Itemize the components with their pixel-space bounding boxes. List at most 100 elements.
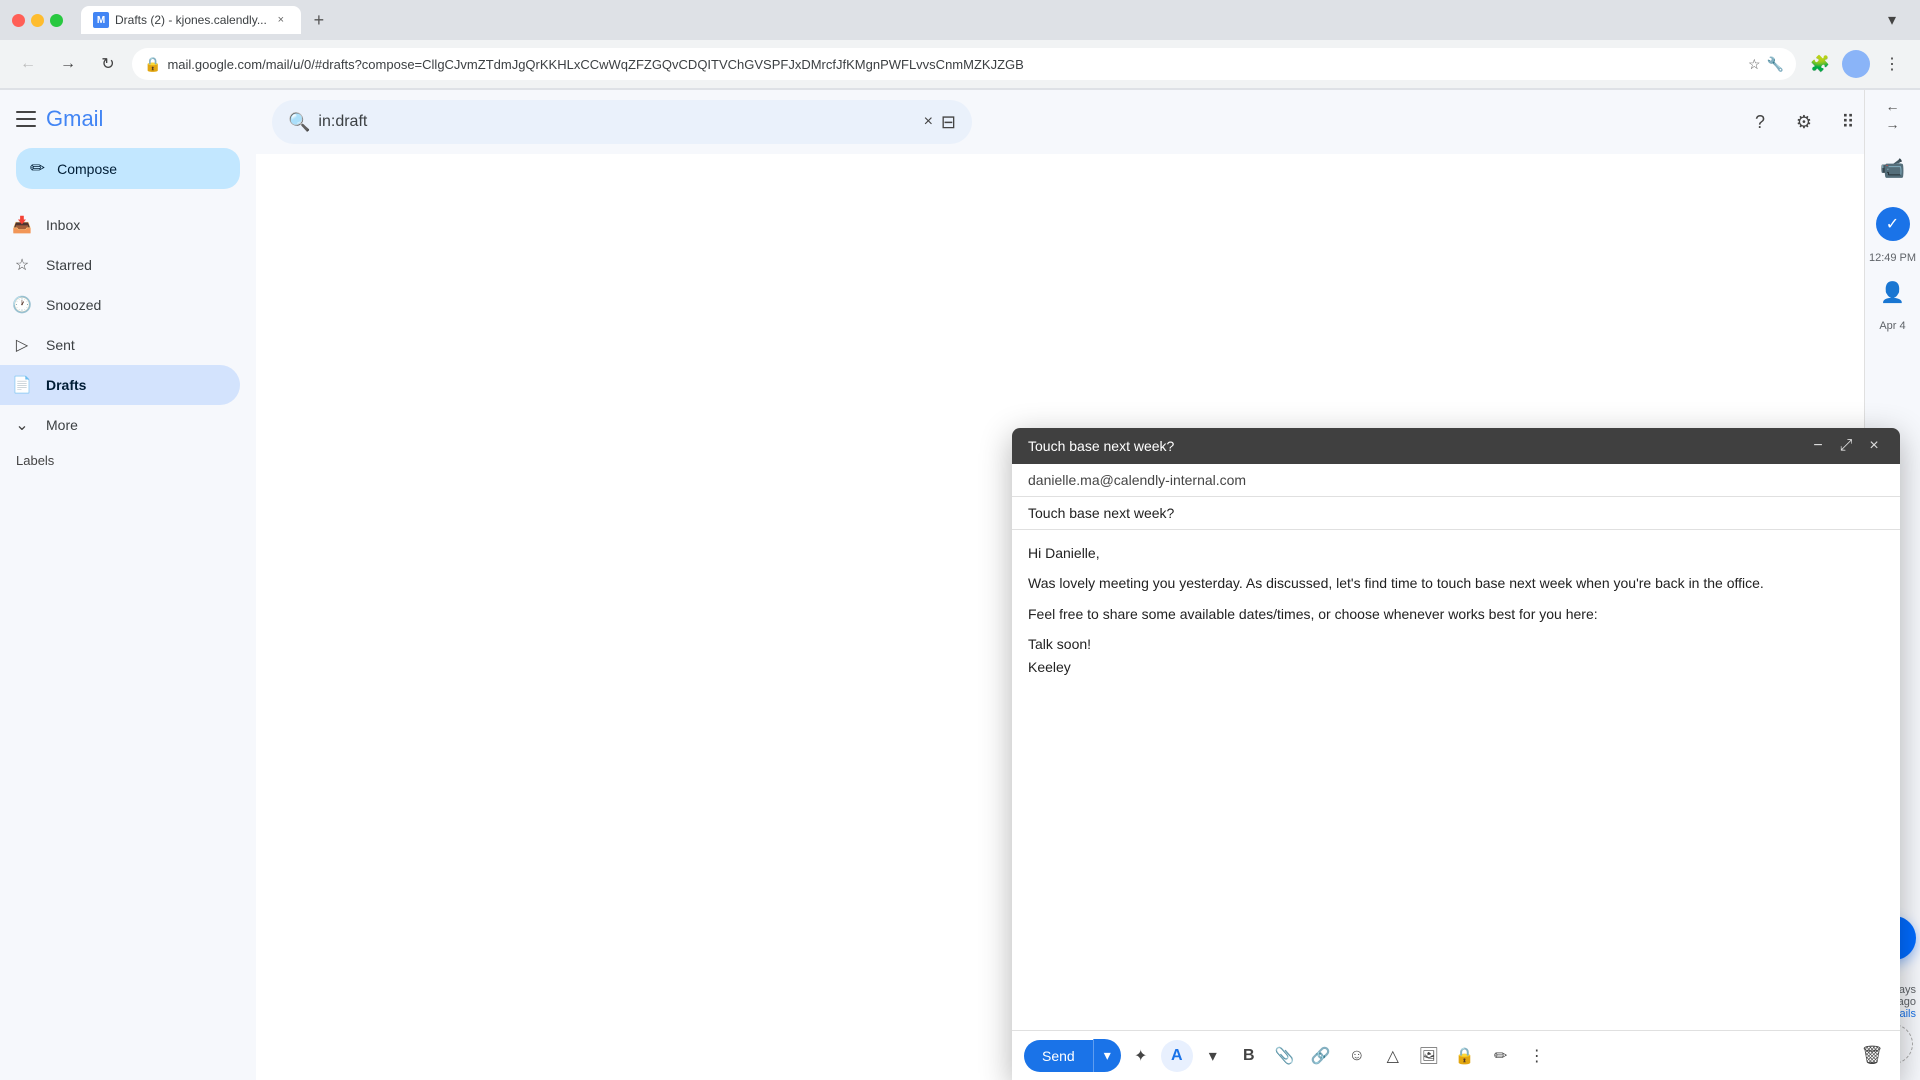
more-options-button[interactable]: ⋮ bbox=[1521, 1040, 1553, 1072]
compose-pencil-icon: ✏ bbox=[30, 158, 45, 179]
compose-close-button[interactable]: × bbox=[1864, 436, 1884, 456]
compose-modal-header[interactable]: Touch base next week? − ⤢ × bbox=[1012, 428, 1900, 464]
compose-body-para2: Feel free to share some available dates/… bbox=[1028, 603, 1884, 625]
drafts-label: Drafts bbox=[46, 377, 224, 393]
chrome-profile-avatar bbox=[1842, 50, 1870, 78]
help-button[interactable]: ? bbox=[1740, 102, 1780, 142]
compose-modal-title: Touch base next week? bbox=[1028, 438, 1174, 454]
compose-to-row[interactable]: danielle.ma@calendly-internal.com bbox=[1012, 464, 1900, 497]
compose-label: Compose bbox=[57, 161, 117, 177]
inbox-label: Inbox bbox=[46, 217, 224, 233]
compose-body-greeting: Hi Danielle, bbox=[1028, 542, 1884, 564]
tab-favicon: M bbox=[93, 12, 109, 28]
contacts-panel-button[interactable]: 👤 bbox=[1873, 272, 1913, 312]
apps-button[interactable]: ⠿ bbox=[1828, 102, 1868, 142]
search-input[interactable] bbox=[318, 113, 915, 131]
compose-subject-text: Touch base next week? bbox=[1028, 505, 1174, 521]
meet-icon: 📹 bbox=[1880, 156, 1905, 181]
active-browser-tab[interactable]: M Drafts (2) - kjones.calendly... × bbox=[81, 6, 301, 34]
gmail-logo-text: Gmail bbox=[46, 106, 103, 132]
compose-body-para1: Was lovely meeting you yesterday. As dis… bbox=[1028, 572, 1884, 594]
compose-button[interactable]: ✏ Compose bbox=[16, 148, 240, 189]
profile-button-chrome[interactable] bbox=[1840, 48, 1872, 80]
panel-nav-next[interactable]: → bbox=[1886, 116, 1900, 132]
bookmark-icon[interactable]: ☆ bbox=[1748, 56, 1761, 73]
back-button[interactable]: ← bbox=[12, 48, 44, 80]
compose-modal: Touch base next week? − ⤢ × danielle.ma@… bbox=[1012, 428, 1900, 1080]
send-button[interactable]: Send bbox=[1024, 1040, 1093, 1072]
extension-icon[interactable]: 🔧 bbox=[1767, 56, 1784, 73]
tasks-icon: ✓ bbox=[1876, 207, 1910, 241]
drafts-icon: 📄 bbox=[12, 375, 32, 395]
reload-button[interactable]: ↻ bbox=[92, 48, 124, 80]
search-box[interactable]: 🔍 × ⊟ bbox=[272, 100, 972, 144]
link-button[interactable]: 🔗 bbox=[1305, 1040, 1337, 1072]
photo-button[interactable]: 🖼 bbox=[1413, 1040, 1445, 1072]
tasks-panel-button[interactable]: ✓ bbox=[1873, 204, 1913, 244]
panel-nav-prev[interactable]: ← bbox=[1886, 98, 1900, 114]
sidebar-item-sent[interactable]: ▷ Sent bbox=[0, 325, 240, 365]
gmail-header: 🔍 × ⊟ ? ⚙ ⠿ bbox=[256, 90, 1920, 154]
sent-icon: ▷ bbox=[12, 335, 32, 355]
compose-maximize-button[interactable]: ⤢ bbox=[1836, 436, 1856, 456]
font-color-button[interactable]: A bbox=[1161, 1040, 1193, 1072]
close-traffic-light[interactable] bbox=[12, 14, 25, 27]
more-label: More bbox=[46, 417, 224, 433]
settings-button[interactable]: ⚙ bbox=[1784, 102, 1824, 142]
drive-button[interactable]: △ bbox=[1377, 1040, 1409, 1072]
chrome-menu-button[interactable]: ⋮ bbox=[1876, 48, 1908, 80]
meet-panel-button[interactable]: 📹 bbox=[1873, 148, 1913, 188]
sidebar-item-drafts[interactable]: 📄 Drafts bbox=[0, 365, 240, 405]
compose-body-closing: Talk soon!Keeley bbox=[1028, 633, 1884, 678]
browser-dropdown-button[interactable]: ▾ bbox=[1876, 4, 1908, 36]
signature-button[interactable]: ✏ bbox=[1485, 1040, 1517, 1072]
search-icon: 🔍 bbox=[288, 112, 310, 133]
sidebar-item-inbox[interactable]: 📥 Inbox bbox=[0, 205, 240, 245]
contacts-date: Apr 4 bbox=[1879, 320, 1905, 332]
sidebar-top: Gmail bbox=[0, 98, 256, 140]
bold-button[interactable]: B bbox=[1233, 1040, 1265, 1072]
search-clear-icon[interactable]: × bbox=[924, 113, 933, 131]
gmail-main: 🔍 × ⊟ ? ⚙ ⠿ Touch base next week? − ⤢ × bbox=[256, 90, 1920, 1080]
inbox-icon: 📥 bbox=[12, 215, 32, 235]
hamburger-menu-icon[interactable] bbox=[16, 111, 36, 127]
tasks-time-text: 12:49 PM bbox=[1869, 252, 1916, 264]
compose-body[interactable]: Hi Danielle, Was lovely meeting you yest… bbox=[1012, 530, 1900, 1030]
send-button-group: Send ▾ bbox=[1024, 1039, 1121, 1072]
compose-minimize-button[interactable]: − bbox=[1808, 436, 1828, 456]
sidebar-item-starred[interactable]: ☆ Starred bbox=[0, 245, 240, 285]
browser-tabs: M Drafts (2) - kjones.calendly... × + bbox=[81, 6, 1868, 34]
gmail-sidebar: Gmail ✏ Compose 📥 Inbox ☆ Starred 🕐 Snoo… bbox=[0, 90, 256, 1080]
fullscreen-traffic-light[interactable] bbox=[50, 14, 63, 27]
browser-titlebar: M Drafts (2) - kjones.calendly... × + ▾ bbox=[0, 0, 1920, 40]
send-dropdown-button[interactable]: ▾ bbox=[1093, 1039, 1121, 1072]
sidebar-item-snoozed[interactable]: 🕐 Snoozed bbox=[0, 285, 240, 325]
search-filter-icon[interactable]: ⊟ bbox=[941, 112, 956, 133]
tab-close-button[interactable]: × bbox=[273, 12, 289, 28]
sidebar-item-more[interactable]: ⌄ More bbox=[0, 405, 240, 445]
extensions-button[interactable]: 🧩 bbox=[1804, 48, 1836, 80]
starred-icon: ☆ bbox=[12, 255, 32, 275]
compose-toolbar: Send ▾ ✦ A ▾ B 📎 🔗 ☺ △ 🖼 🔒 ✏ ⋮ 🗑 bbox=[1012, 1030, 1900, 1080]
tasks-timestamp: 12:49 PM bbox=[1869, 252, 1916, 264]
delete-draft-button[interactable]: 🗑 bbox=[1856, 1040, 1888, 1072]
labels-heading: Labels bbox=[16, 453, 54, 468]
font-color-dropdown[interactable]: ▾ bbox=[1197, 1040, 1229, 1072]
compose-subject-row[interactable]: Touch base next week? bbox=[1012, 497, 1900, 530]
new-tab-button[interactable]: + bbox=[305, 6, 333, 34]
lock-button[interactable]: 🔒 bbox=[1449, 1040, 1481, 1072]
emoji-button[interactable]: ☺ bbox=[1341, 1040, 1373, 1072]
forward-button[interactable]: → bbox=[52, 48, 84, 80]
sent-label: Sent bbox=[46, 337, 224, 353]
attach-button[interactable]: 📎 bbox=[1269, 1040, 1301, 1072]
compose-header-actions: − ⤢ × bbox=[1808, 436, 1884, 456]
contacts-date-text: Apr 4 bbox=[1879, 320, 1905, 332]
formatting-button[interactable]: ✦ bbox=[1125, 1040, 1157, 1072]
browser-chrome: M Drafts (2) - kjones.calendly... × + ▾ … bbox=[0, 0, 1920, 90]
labels-section: Labels bbox=[0, 445, 256, 476]
more-chevron-icon: ⌄ bbox=[12, 415, 32, 435]
minimize-traffic-light[interactable] bbox=[31, 14, 44, 27]
starred-label: Starred bbox=[46, 257, 224, 273]
address-bar[interactable]: 🔒 mail.google.com/mail/u/0/#drafts?compo… bbox=[132, 48, 1796, 80]
snoozed-icon: 🕐 bbox=[12, 295, 32, 315]
